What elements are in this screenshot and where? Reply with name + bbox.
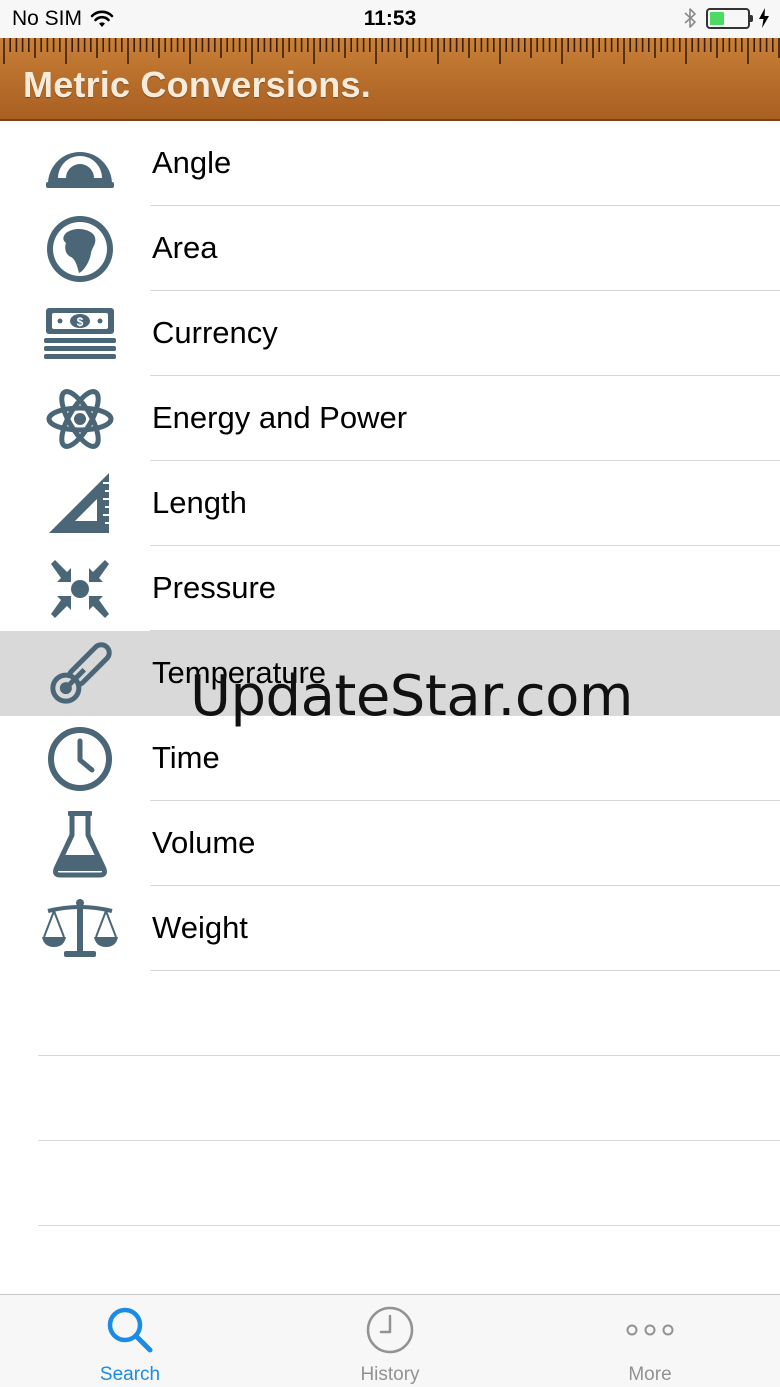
- tab-bar: Search History More: [0, 1294, 780, 1387]
- category-label: Currency: [152, 315, 278, 350]
- status-time: 11:53: [363, 7, 417, 30]
- category-row-weight[interactable]: Weight: [0, 886, 780, 971]
- empty-row: [0, 971, 780, 1056]
- atom-icon: [40, 384, 120, 454]
- clock-icon: [40, 724, 120, 794]
- battery-level: [710, 11, 725, 25]
- category-label: Volume: [152, 825, 256, 860]
- globe-icon: [40, 214, 120, 284]
- category-label: Angle: [152, 145, 232, 180]
- more-dots-icon: [520, 1305, 780, 1355]
- empty-row: [0, 1056, 780, 1141]
- category-label: Energy and Power: [152, 400, 408, 435]
- tab-label: Search: [99, 1364, 161, 1385]
- tab-more[interactable]: More: [520, 1295, 780, 1387]
- watermark: UpdateStar.com: [190, 664, 633, 729]
- category-label: Pressure: [152, 570, 277, 605]
- tab-label: More: [628, 1364, 672, 1385]
- app-header: Metric Conversions.: [0, 38, 780, 121]
- money-stack-icon: $: [40, 299, 120, 369]
- charging-bolt-icon: [759, 8, 769, 28]
- category-row-energy-and-power[interactable]: Energy and Power: [0, 376, 780, 461]
- category-row-currency[interactable]: $ Currency: [0, 291, 780, 376]
- status-bar: No SIM 11:53: [0, 0, 780, 38]
- bluetooth-icon: [684, 8, 696, 28]
- battery-icon: [706, 7, 753, 29]
- tab-label: History: [360, 1364, 420, 1385]
- set-square-icon: [40, 469, 120, 539]
- status-right: [682, 6, 770, 30]
- category-label: Weight: [152, 910, 248, 945]
- category-label: Length: [152, 485, 247, 520]
- category-row-pressure[interactable]: Pressure: [0, 546, 780, 631]
- search-icon: [0, 1305, 260, 1355]
- svg-text:$: $: [77, 315, 84, 329]
- tab-search[interactable]: Search: [0, 1295, 260, 1387]
- category-row-area[interactable]: Area: [0, 206, 780, 291]
- category-label: Time: [152, 740, 220, 775]
- category-row-length[interactable]: Length: [0, 461, 780, 546]
- compress-arrows-icon: [40, 554, 120, 624]
- tab-history[interactable]: History: [260, 1295, 520, 1387]
- balance-scale-icon: [40, 894, 120, 964]
- angle-gauge-icon: [40, 129, 120, 199]
- thermometer-icon: [40, 639, 120, 709]
- clock-icon: [260, 1305, 520, 1355]
- category-row-volume[interactable]: Volume: [0, 801, 780, 886]
- empty-row: [0, 1141, 780, 1226]
- row-separator: [38, 1225, 780, 1226]
- header-title: Metric Conversions.: [23, 64, 371, 105]
- flask-icon: [40, 809, 120, 879]
- category-row-angle[interactable]: Angle: [0, 121, 780, 206]
- category-label: Area: [152, 230, 218, 265]
